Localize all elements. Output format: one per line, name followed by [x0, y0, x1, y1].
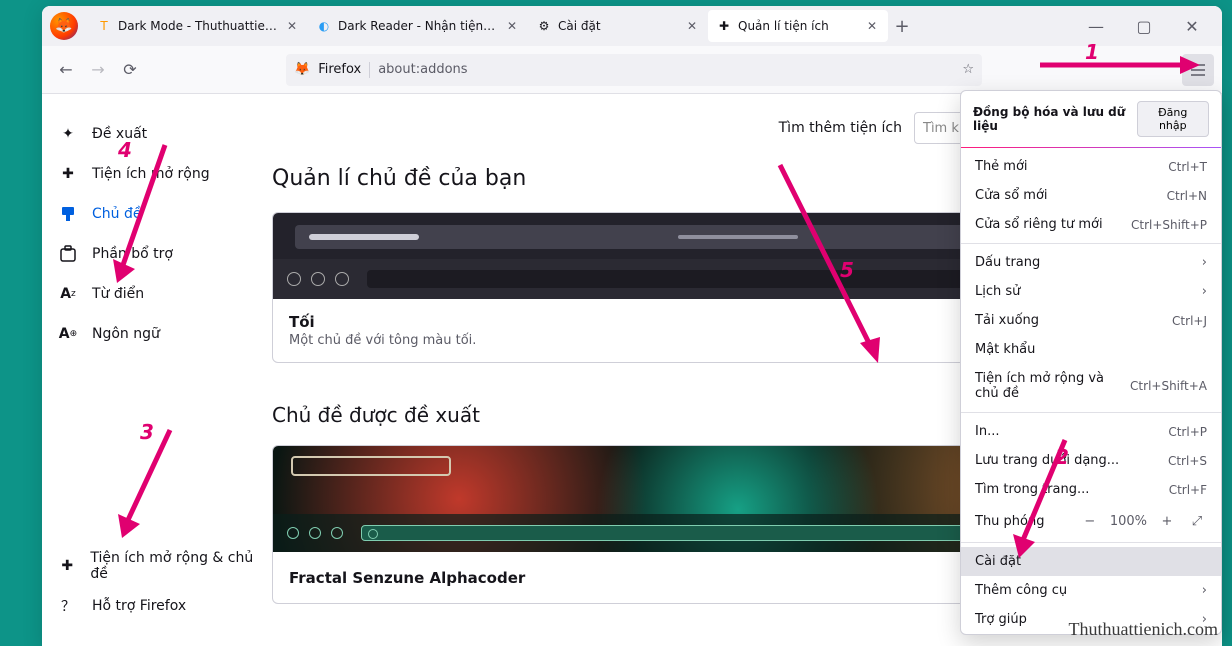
menu-settings[interactable]: Cài đặt — [961, 547, 1221, 576]
annotation-number-5: 5 — [840, 258, 854, 282]
plugin-icon — [58, 244, 78, 264]
annotation-number-4: 4 — [118, 138, 132, 162]
forward-button[interactable]: → — [82, 54, 114, 86]
menu-print[interactable]: In...Ctrl+P — [961, 417, 1221, 446]
menu-find[interactable]: Tìm trong trang...Ctrl+F — [961, 475, 1221, 504]
help-icon: ？ — [58, 596, 78, 616]
themes-heading: Quản lí chủ đề của bạn — [272, 166, 526, 191]
app-menu-panel: Đồng bộ hóa và lưu dữ liệu Đăng nhập Thẻ… — [960, 90, 1222, 635]
bookmark-star-icon[interactable]: ☆ — [962, 62, 974, 77]
menu-downloads[interactable]: Tải xuốngCtrl+J — [961, 306, 1221, 335]
annotation-number-1: 1 — [1085, 40, 1099, 64]
maximize-button[interactable]: ▢ — [1122, 10, 1166, 42]
sidebar-themes[interactable]: Chủ đề — [50, 194, 272, 234]
watermark: Thuthuattienich.com — [1069, 619, 1218, 640]
menu-save-as[interactable]: Lưu trang dưới dạng...Ctrl+S — [961, 446, 1221, 475]
language-icon: A⊕ — [58, 324, 78, 344]
tab-2[interactable]: ◐Dark Reader - Nhận tiện ích mở✕ — [308, 10, 528, 42]
annotation-number-2: 2 — [1055, 445, 1069, 469]
close-window-button[interactable]: ✕ — [1170, 10, 1214, 42]
sparkle-icon: ✦ — [58, 124, 78, 144]
firefox-logo-icon: 🦊 — [50, 12, 78, 40]
zoom-value: 100% — [1110, 514, 1147, 529]
sidebar-extensions[interactable]: ✚Tiện ích mở rộng — [50, 154, 272, 194]
recommended-theme-name: Fractal Senzune Alphacoder — [289, 569, 525, 587]
tab-1[interactable]: TDark Mode - Thuthuattienich.c✕ — [88, 10, 308, 42]
sidebar-support-link[interactable]: ？Hỗ trợ Firefox — [50, 586, 260, 626]
menu-bookmarks[interactable]: Dấu trang› — [961, 248, 1221, 277]
theme-name: Tối — [289, 313, 476, 331]
tab-3[interactable]: ⚙Cài đặt✕ — [528, 10, 708, 42]
menu-addons[interactable]: Tiện ích mở rộng và chủ đềCtrl+Shift+A — [961, 364, 1221, 408]
sidebar-recommendations[interactable]: ✦Đề xuất — [50, 114, 272, 154]
close-icon[interactable]: ✕ — [284, 18, 300, 34]
brush-icon — [58, 204, 78, 224]
close-icon[interactable]: ✕ — [864, 18, 880, 34]
menu-private-window[interactable]: Cửa sổ riêng tư mớiCtrl+Shift+P — [961, 210, 1221, 239]
sidebar-ext-themes-link[interactable]: ✚Tiện ích mở rộng & chủ đề — [50, 546, 260, 586]
dictionary-icon: Aᴢ — [58, 284, 78, 304]
puzzle-icon: ✚ — [58, 556, 76, 576]
menu-passwords[interactable]: Mật khẩu — [961, 335, 1221, 364]
sidebar-dictionaries[interactable]: AᴢTừ điển — [50, 274, 272, 314]
reload-button[interactable]: ⟳ — [114, 54, 146, 86]
menu-more-tools[interactable]: Thêm công cụ› — [961, 576, 1221, 605]
fullscreen-button[interactable]: ⤢ — [1187, 511, 1207, 531]
sidebar: ✦Đề xuất ✚Tiện ích mở rộng Chủ đề Phần b… — [42, 94, 272, 646]
menu-history[interactable]: Lịch sử› — [961, 277, 1221, 306]
menu-sync-row: Đồng bộ hóa và lưu dữ liệu Đăng nhập — [961, 91, 1221, 147]
sign-in-button[interactable]: Đăng nhập — [1137, 101, 1209, 137]
back-button[interactable]: ← — [50, 54, 82, 86]
search-label: Tìm thêm tiện ích — [779, 120, 902, 136]
annotation-number-3: 3 — [140, 420, 154, 444]
puzzle-icon: ✚ — [58, 164, 78, 184]
menu-new-tab[interactable]: Thẻ mớiCtrl+T — [961, 152, 1221, 181]
zoom-out-button[interactable]: − — [1080, 511, 1100, 531]
new-tab-button[interactable]: + — [888, 12, 916, 40]
close-icon[interactable]: ✕ — [684, 18, 700, 34]
url-bar[interactable]: 🦊 Firefox about:addons ☆ — [286, 54, 982, 86]
menu-new-window[interactable]: Cửa sổ mớiCtrl+N — [961, 181, 1221, 210]
minimize-button[interactable]: — — [1074, 10, 1118, 42]
firefox-icon: 🦊 — [294, 62, 310, 77]
menu-zoom-row: Thu phóng − 100% + ⤢ — [961, 504, 1221, 538]
toolbar: ← → ⟳ 🦊 Firefox about:addons ☆ — [42, 46, 1222, 94]
close-icon[interactable]: ✕ — [504, 18, 520, 34]
theme-description: Một chủ đề với tông màu tối. — [289, 333, 476, 348]
sidebar-plugins[interactable]: Phần bổ trợ — [50, 234, 272, 274]
tab-strip: 🦊 TDark Mode - Thuthuattienich.c✕ ◐Dark … — [42, 6, 1222, 46]
tab-4[interactable]: ✚Quản lí tiện ích✕ — [708, 10, 888, 42]
sidebar-languages[interactable]: A⊕Ngôn ngữ — [50, 314, 272, 354]
app-menu-button[interactable] — [1182, 54, 1214, 86]
zoom-in-button[interactable]: + — [1157, 511, 1177, 531]
